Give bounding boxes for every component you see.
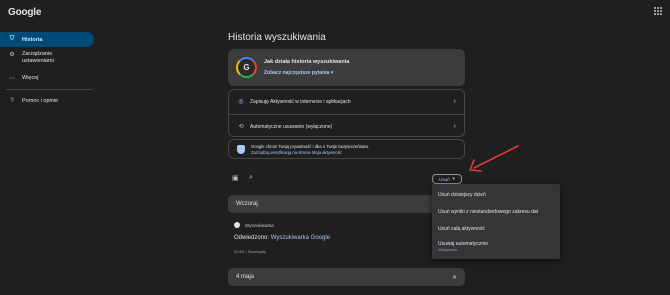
apps-grid-icon[interactable] bbox=[654, 7, 662, 15]
day-header-yesterday: Wczoraj bbox=[228, 195, 465, 213]
entry-source: Wyszukiwarka bbox=[234, 222, 274, 228]
menu-item-delete-custom-range[interactable]: Usuń wyniki z niestandardowego zakresu d… bbox=[432, 209, 560, 215]
web-app-activity-label: Zapisuję Aktywność w internecie i aplika… bbox=[250, 98, 351, 105]
entry-meta[interactable]: 20:55 • Szczegóły bbox=[234, 249, 266, 254]
sidebar-item-label-line1: Zarządzanie bbox=[22, 51, 53, 57]
page-title: Historia wyszukiwania bbox=[228, 32, 326, 43]
chevron-right-icon: › bbox=[453, 123, 456, 130]
info-card-title: Jak działa historia wyszukiwania bbox=[264, 59, 350, 65]
shield-clock-icon: ⛉ bbox=[9, 36, 15, 42]
menu-item-delete-today[interactable]: Usuń dzisiejszy dzień bbox=[432, 192, 560, 198]
help-icon: ? bbox=[10, 98, 14, 104]
gear-icon: ⚙ bbox=[9, 52, 15, 58]
settings-card: ◎ Zapisuję Aktywność w internecie i apli… bbox=[228, 89, 465, 137]
calendar-icon[interactable]: ▣ bbox=[232, 174, 239, 182]
entry-source-label: Wyszukiwarka bbox=[245, 222, 274, 228]
sidebar-item-label: Zarządzanie ustawieniami bbox=[22, 51, 54, 65]
sidebar-item-label-line2: ustawieniami bbox=[22, 58, 54, 64]
search-icon[interactable]: ⌕ bbox=[249, 174, 253, 182]
auto-delete-row[interactable]: ⟲ Automatyczne usuwanie (wyłączone) › bbox=[229, 115, 464, 138]
entry-link[interactable]: Wyszukiwarka Google bbox=[271, 235, 330, 241]
menu-item-delete-all[interactable]: Usuń całą aktywność bbox=[432, 226, 560, 232]
auto-delete-icon: ⟲ bbox=[238, 124, 244, 130]
annotation-arrow bbox=[469, 145, 519, 172]
google-g-icon: G bbox=[236, 57, 257, 78]
privacy-card: Google chroni Twoją prywatność i dba o T… bbox=[228, 139, 465, 159]
sidebar-item-history[interactable]: ⛉ Historia bbox=[0, 32, 94, 47]
day-header-may-4: 4 maja ✕ bbox=[228, 268, 465, 286]
sidebar-item-label: Pomoc i opinie bbox=[22, 98, 59, 104]
entry-title: Odwiedzono: Wyszukiwarka Google bbox=[234, 235, 330, 241]
check-circle-icon: ◎ bbox=[238, 99, 244, 105]
more-icon: ⋯ bbox=[9, 75, 15, 82]
sidebar-item-manage-settings[interactable]: ⚙ Zarządzanie ustawieniami bbox=[0, 51, 94, 68]
shield-icon bbox=[237, 145, 245, 154]
day-label: Wczoraj bbox=[236, 201, 258, 207]
day-label: 4 maja bbox=[236, 274, 255, 280]
auto-delete-label: Automatyczne usuwanie (wyłączone) bbox=[250, 123, 333, 130]
chevron-right-icon: › bbox=[453, 98, 456, 105]
close-icon[interactable]: ✕ bbox=[452, 274, 457, 281]
sidebar-divider bbox=[6, 89, 92, 90]
google-search-icon bbox=[234, 222, 240, 228]
sidebar-item-label: Historia bbox=[22, 36, 43, 43]
sidebar-item-label: Więcej bbox=[22, 75, 39, 81]
history-info-card[interactable]: G Jak działa historia wyszukiwania Zobac… bbox=[228, 49, 465, 86]
sidebar-item-help[interactable]: ? Pomoc i opinie bbox=[0, 95, 94, 107]
auto-delete-menu-status: Wyłączone bbox=[438, 247, 458, 252]
menu-item-auto-delete[interactable]: Usuwaj automatycznie Wyłączone bbox=[432, 241, 560, 253]
delete-menu: Usuń dzisiejszy dzień Usuń wyniki z nies… bbox=[432, 184, 560, 259]
sidebar-item-more[interactable]: ⋯ Więcej bbox=[0, 72, 94, 84]
faq-link[interactable]: Zobacz najczęstsze pytania ▾ bbox=[264, 70, 333, 76]
privacy-text: Google chroni Twoją prywatność i dba o T… bbox=[251, 144, 370, 149]
google-logo[interactable]: Google bbox=[8, 7, 41, 18]
web-app-activity-row[interactable]: ◎ Zapisuję Aktywność w internecie i apli… bbox=[229, 90, 464, 113]
verification-link[interactable]: Zarządzaj weryfikacją na stronie Moja ak… bbox=[251, 150, 342, 155]
chevron-down-icon: ▾ bbox=[330, 70, 334, 76]
entry-prefix: Odwiedzono: bbox=[234, 235, 270, 241]
